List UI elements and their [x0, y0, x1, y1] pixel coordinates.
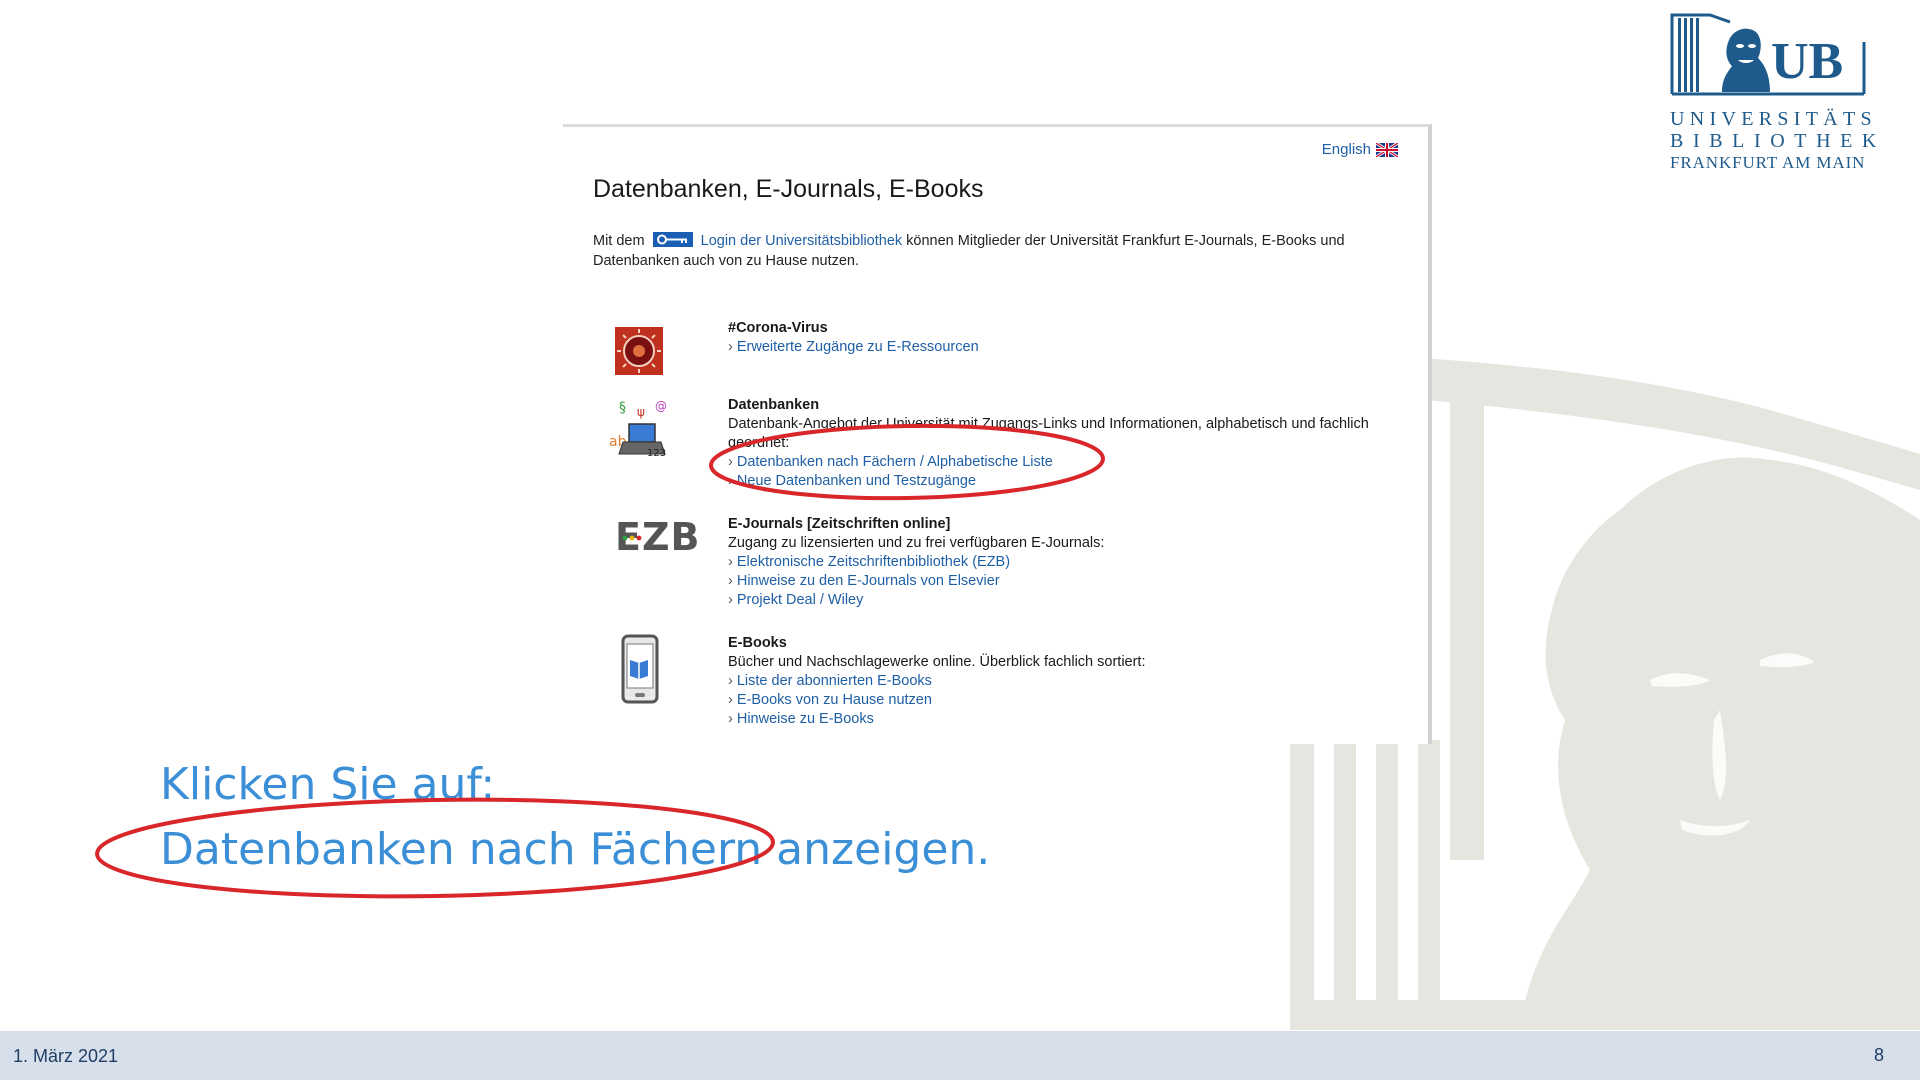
ebooks-liste-link[interactable]: Liste der abonnierten E-Books	[728, 672, 1408, 691]
corona-virus-icon	[615, 327, 663, 375]
section-ebooks-text: E-Books Bücher und Nachschlagewerke onli…	[728, 634, 1408, 729]
logo-line-bibliothek: BIBLIOTHEK	[1670, 130, 1886, 152]
login-link[interactable]: Login der Universitätsbibliothek	[701, 233, 903, 249]
intro-prefix: Mit dem	[593, 233, 645, 249]
traffic-light-dots-icon	[622, 535, 642, 541]
svg-text:123: 123	[647, 448, 666, 459]
section-corona-text: #Corona-Virus Erweiterte Zugänge zu E-Re…	[728, 319, 1408, 357]
elsevier-link[interactable]: Hinweise zu den E-Journals von Elsevier	[728, 572, 1408, 591]
embedded-library-page-screenshot: English Datenbanken, E-Journals, E-Books…	[563, 124, 1432, 744]
language-switch[interactable]: English	[1322, 141, 1398, 158]
ebooks-hinweise-link[interactable]: Hinweise zu E-Books	[728, 710, 1408, 729]
section-ejournals-text: E-Journals [Zeitschriften online] Zugang…	[728, 515, 1408, 610]
key-login-icon[interactable]	[652, 232, 693, 247]
section-heading: Datenbanken	[728, 397, 820, 413]
instruction-text: Klicken Sie auf: Datenbanken nach Fächer…	[160, 752, 990, 882]
language-link[interactable]: English	[1322, 141, 1371, 158]
section-heading: E-Books	[728, 635, 787, 651]
instruction-line-1: Klicken Sie auf:	[160, 759, 496, 810]
section-description: Bücher und Nachschlagewerke online. Über…	[728, 654, 1146, 670]
page-number: 8	[1873, 1045, 1884, 1065]
footer-date: 1. März 2021	[13, 1046, 119, 1066]
section-description: Zugang zu lizensierten und zu frei verfü…	[728, 535, 1105, 551]
svg-text:§: §	[619, 400, 626, 416]
section-heading: #Corona-Virus	[728, 320, 828, 336]
logo-line-universitaets: UNIVERSITÄTS	[1670, 108, 1877, 130]
slide-footer: 1. März 2021 8	[0, 1031, 1920, 1080]
datenbanken-nach-faechern-link[interactable]: Datenbanken nach Fächern / Alphabetische…	[728, 453, 1408, 472]
instruction-line-2: Datenbanken nach Fächern anzeigen.	[160, 824, 991, 875]
section-description: Datenbank-Angebot der Universität mit Zu…	[728, 416, 1369, 451]
ezb-logo-icon: EZB	[615, 515, 705, 565]
neue-datenbanken-link[interactable]: Neue Datenbanken und Testzugänge	[728, 472, 1408, 491]
svg-text:@: @	[655, 399, 667, 413]
tablet-book-icon	[621, 634, 659, 704]
ebooks-zuhause-link[interactable]: E-Books von zu Hause nutzen	[728, 691, 1408, 710]
logo-line-city: FRANKFURT AM MAIN	[1670, 153, 1866, 172]
logo-letters: UB	[1771, 33, 1844, 90]
page-title: Datenbanken, E-Journals, E-Books	[593, 175, 984, 203]
intro-paragraph: Mit dem Login der Universitätsbibliothek…	[593, 231, 1403, 271]
laptop-databases-icon: § ψ @ ab 123	[609, 399, 667, 459]
svg-text:ψ: ψ	[637, 405, 645, 419]
uk-flag-icon	[1376, 142, 1398, 157]
projekt-deal-link[interactable]: Projekt Deal / Wiley	[728, 591, 1408, 610]
ub-logo: UB UNIVERSITÄTS BIBLIOTHEK FRANKFURT AM …	[1668, 12, 1890, 172]
section-heading: E-Journals [Zeitschriften online]	[728, 516, 951, 532]
section-datenbanken-text: Datenbanken Datenbank-Angebot der Univer…	[728, 396, 1408, 491]
ezb-link[interactable]: Elektronische Zeitschriftenbibliothek (E…	[728, 553, 1408, 572]
corona-resources-link[interactable]: Erweiterte Zugänge zu E-Ressourcen	[728, 338, 1408, 357]
